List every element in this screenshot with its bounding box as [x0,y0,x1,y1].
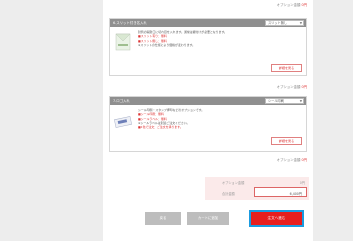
card-header: 7.ロゴ入れ シール印刷 ▼ [110,97,306,105]
logo-select[interactable]: シール印刷 ▼ [265,98,304,104]
option-card-slit: 6.スリット付き名入れ スリット無し ▼ 封筒の開封口に切れ目を入れます。通常は… [109,18,307,76]
option-fee-card1: オプション金額 0円 [276,85,307,89]
proceed-to-order-button[interactable]: 注文へ進む [249,210,304,227]
add-to-cart-button[interactable]: カートに追加 [187,212,229,225]
card-header: 6.スリット付き名入れ スリット無し ▼ [110,19,306,27]
options-panel: オプション金額 0円 6.スリット付き名入れ スリット無し ▼ 封筒の開封口に切… [103,0,313,241]
card-description: 封筒の開封口に切れ目を入れます。通常は糊付けが必要となります。 ■スリット有り：… [138,30,227,47]
back-button[interactable]: 戻る [145,212,181,225]
detail-button[interactable]: 詳細を見る [271,64,302,72]
card-description: シール印刷・スタンプ押印などのオプションです。 ■シール印刷：無料 ■シールラベ… [138,108,205,130]
chevron-down-icon: ▼ [299,21,302,25]
grand-total-value: 6,400円 [289,192,302,196]
option-total-value: 0円 [299,181,305,185]
chevron-down-icon: ▼ [299,99,302,103]
option-fee-card2: オプション金額 0円 [276,158,307,162]
card-title: 6.スリット付き名入れ [113,21,147,25]
envelope-thumbnail [115,32,131,52]
option-card-logo: 7.ロゴ入れ シール印刷 ▼ シール印刷・スタンプ押印などのオプションです。 ■… [109,96,307,152]
card-title: 7.ロゴ入れ [113,99,130,103]
label-thumbnail [114,114,132,128]
totals-box: オプション金額 0円 合計金額 6,400円 [205,177,309,200]
option-fee-top: オプション金額 0円 [276,3,307,7]
option-total-label: オプション金額 [222,181,245,185]
detail-button[interactable]: 詳細を見る [271,137,302,145]
grand-total-field: 6,400円 [254,187,307,197]
grand-total-label: 合計金額 [222,192,235,196]
slit-select[interactable]: スリット無し ▼ [265,20,304,26]
